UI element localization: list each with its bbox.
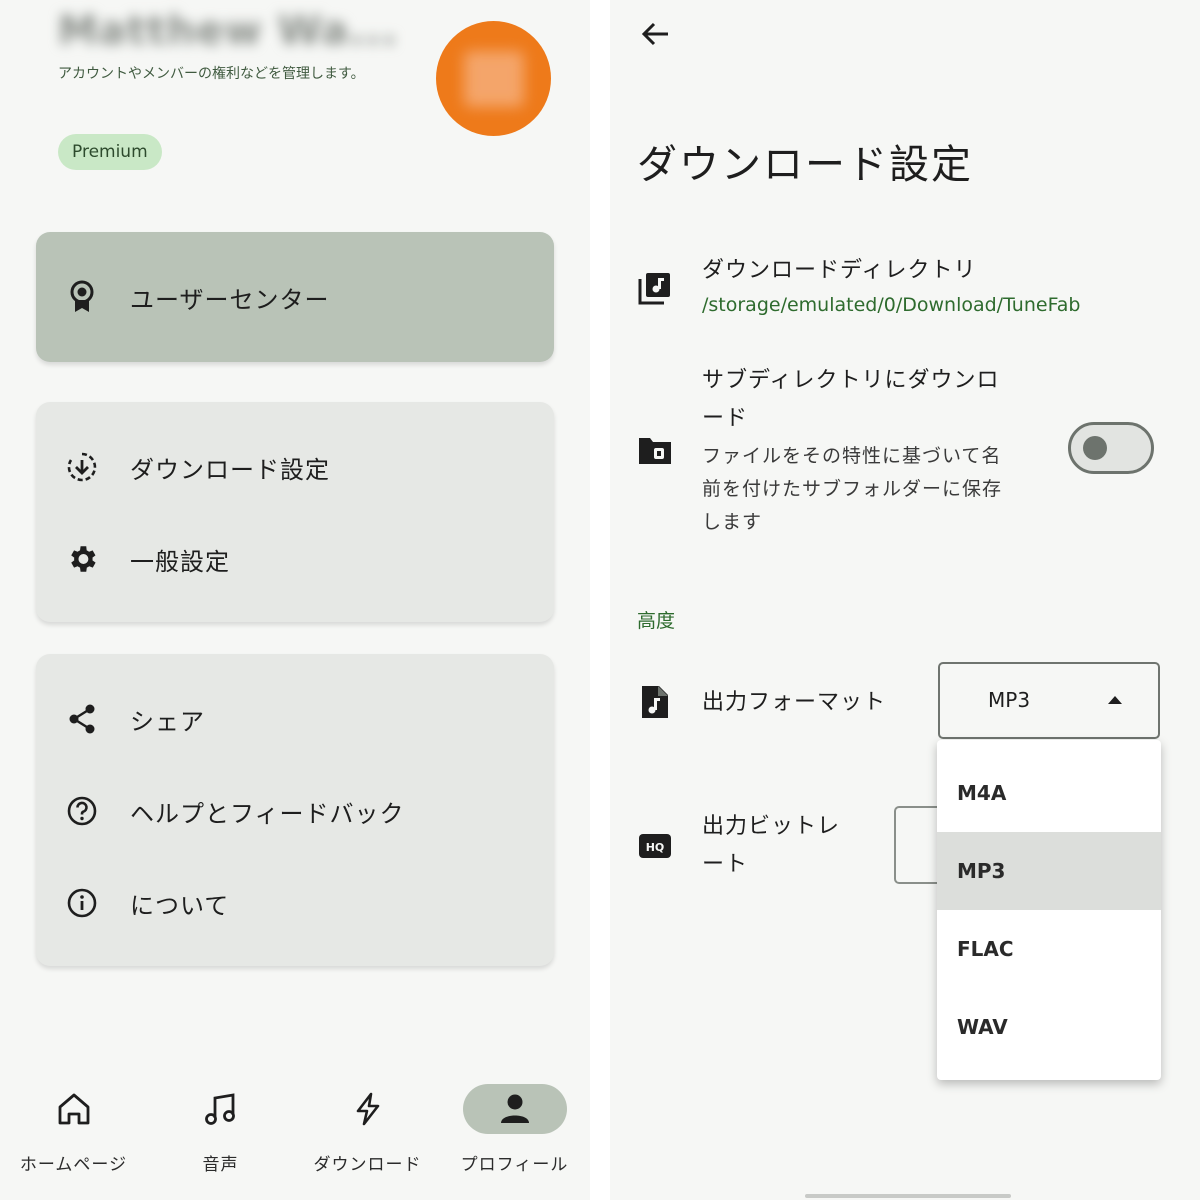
- format-option-flac[interactable]: FLAC: [937, 910, 1161, 988]
- svg-text:HQ: HQ: [646, 841, 665, 854]
- menu-label-general-settings: 一般設定: [130, 547, 230, 576]
- gear-icon: [64, 541, 100, 577]
- profile-screen: Matthew Wa... アカウントやメンバーの権利などを管理します。 Pre…: [0, 0, 590, 1200]
- nav-download[interactable]: ダウンロード: [294, 1084, 441, 1175]
- section-advanced: 高度: [637, 610, 676, 632]
- info-circle-icon: [64, 885, 100, 921]
- settings-card: ダウンロード設定 一般設定: [36, 402, 554, 622]
- output-format-label: 出力フォーマット: [702, 690, 887, 715]
- subdirectory-desc-line2: 前を付けたサブフォルダーに保存: [702, 478, 1003, 500]
- person-icon: [462, 1084, 567, 1134]
- output-format-select[interactable]: MP3: [938, 662, 1160, 739]
- directory-path: /storage/emulated/0/Download/TuneFab: [702, 294, 1081, 316]
- format-option-wav[interactable]: WAV: [937, 988, 1161, 1066]
- subdirectory-desc-line1: ファイルをその特性に基づいて名: [702, 445, 1002, 467]
- subdirectory-toggle[interactable]: [1068, 422, 1154, 474]
- award-badge-icon: [64, 279, 100, 315]
- menu-label-share: シェア: [130, 707, 205, 736]
- format-dropdown-menu: M4A MP3 FLAC WAV: [937, 740, 1161, 1080]
- subdirectory-title-line2: ード: [702, 406, 749, 431]
- user-center-card[interactable]: ユーザーセンター: [36, 232, 554, 362]
- subdirectory-desc-line3: します: [702, 511, 763, 533]
- share-icon: [64, 701, 100, 737]
- output-bitrate-label-line2: ート: [702, 852, 749, 877]
- profile-description: アカウントやメンバーの権利などを管理します。: [58, 66, 365, 82]
- music-note-icon: [169, 1084, 273, 1134]
- nav-label-home: ホームページ: [19, 1155, 128, 1175]
- home-indicator: [805, 1194, 1011, 1198]
- menu-item-user-center[interactable]: ユーザーセンター: [64, 271, 534, 323]
- home-icon: [22, 1084, 126, 1134]
- nav-label-profile: プロフィール: [460, 1155, 569, 1175]
- nav-home[interactable]: ホームページ: [0, 1084, 147, 1175]
- output-bitrate-label-line1: 出力ビットレ: [702, 814, 841, 839]
- profile-name: Matthew Wa...: [58, 8, 398, 54]
- premium-badge: Premium: [58, 134, 162, 170]
- format-option-m4a[interactable]: M4A: [937, 754, 1161, 832]
- menu-item-general-settings[interactable]: 一般設定: [64, 533, 534, 585]
- download-settings-screen: ダウンロード設定 ダウンロードディレクトリ /storage/emulated/…: [610, 0, 1200, 1200]
- subdirectory-title-line1: サブディレクトリにダウンロ: [702, 368, 1000, 393]
- misc-card: シェア ヘルプとフィードバック について: [36, 654, 554, 966]
- bottom-navigation: ホームページ 音声 ダウンロード プロフィール: [0, 1072, 590, 1200]
- toggle-knob: [1083, 436, 1107, 460]
- menu-label-download-settings: ダウンロード設定: [130, 455, 330, 484]
- download-circle-icon: [64, 449, 100, 485]
- page-title: ダウンロード設定: [637, 142, 973, 188]
- back-button[interactable]: [636, 14, 676, 54]
- menu-label-user-center: ユーザーセンター: [130, 285, 330, 314]
- menu-label-help-feedback: ヘルプとフィードバック: [130, 799, 405, 828]
- nav-profile[interactable]: プロフィール: [441, 1084, 588, 1175]
- menu-item-help-feedback[interactable]: ヘルプとフィードバック: [64, 785, 534, 837]
- directory-title[interactable]: ダウンロードディレクトリ: [702, 252, 976, 290]
- format-option-mp3[interactable]: MP3: [937, 832, 1161, 910]
- avatar[interactable]: [436, 21, 551, 136]
- help-circle-icon: [64, 793, 100, 829]
- menu-item-download-settings[interactable]: ダウンロード設定: [64, 441, 534, 493]
- lightning-icon: [316, 1084, 420, 1134]
- nav-audio[interactable]: 音声: [147, 1084, 294, 1175]
- music-library-icon: [637, 270, 673, 306]
- nav-label-download: ダウンロード: [313, 1155, 422, 1175]
- menu-label-about: について: [130, 891, 230, 920]
- menu-item-about[interactable]: について: [64, 877, 534, 929]
- menu-item-share[interactable]: シェア: [64, 693, 534, 745]
- output-format-value: MP3: [988, 688, 1031, 712]
- caret-up-icon: [1108, 696, 1122, 704]
- arrow-left-icon: [641, 22, 668, 46]
- nav-label-audio: 音声: [202, 1155, 239, 1175]
- hq-icon: HQ: [637, 828, 673, 864]
- audio-file-icon: [637, 684, 673, 720]
- folder-icon: [637, 432, 673, 468]
